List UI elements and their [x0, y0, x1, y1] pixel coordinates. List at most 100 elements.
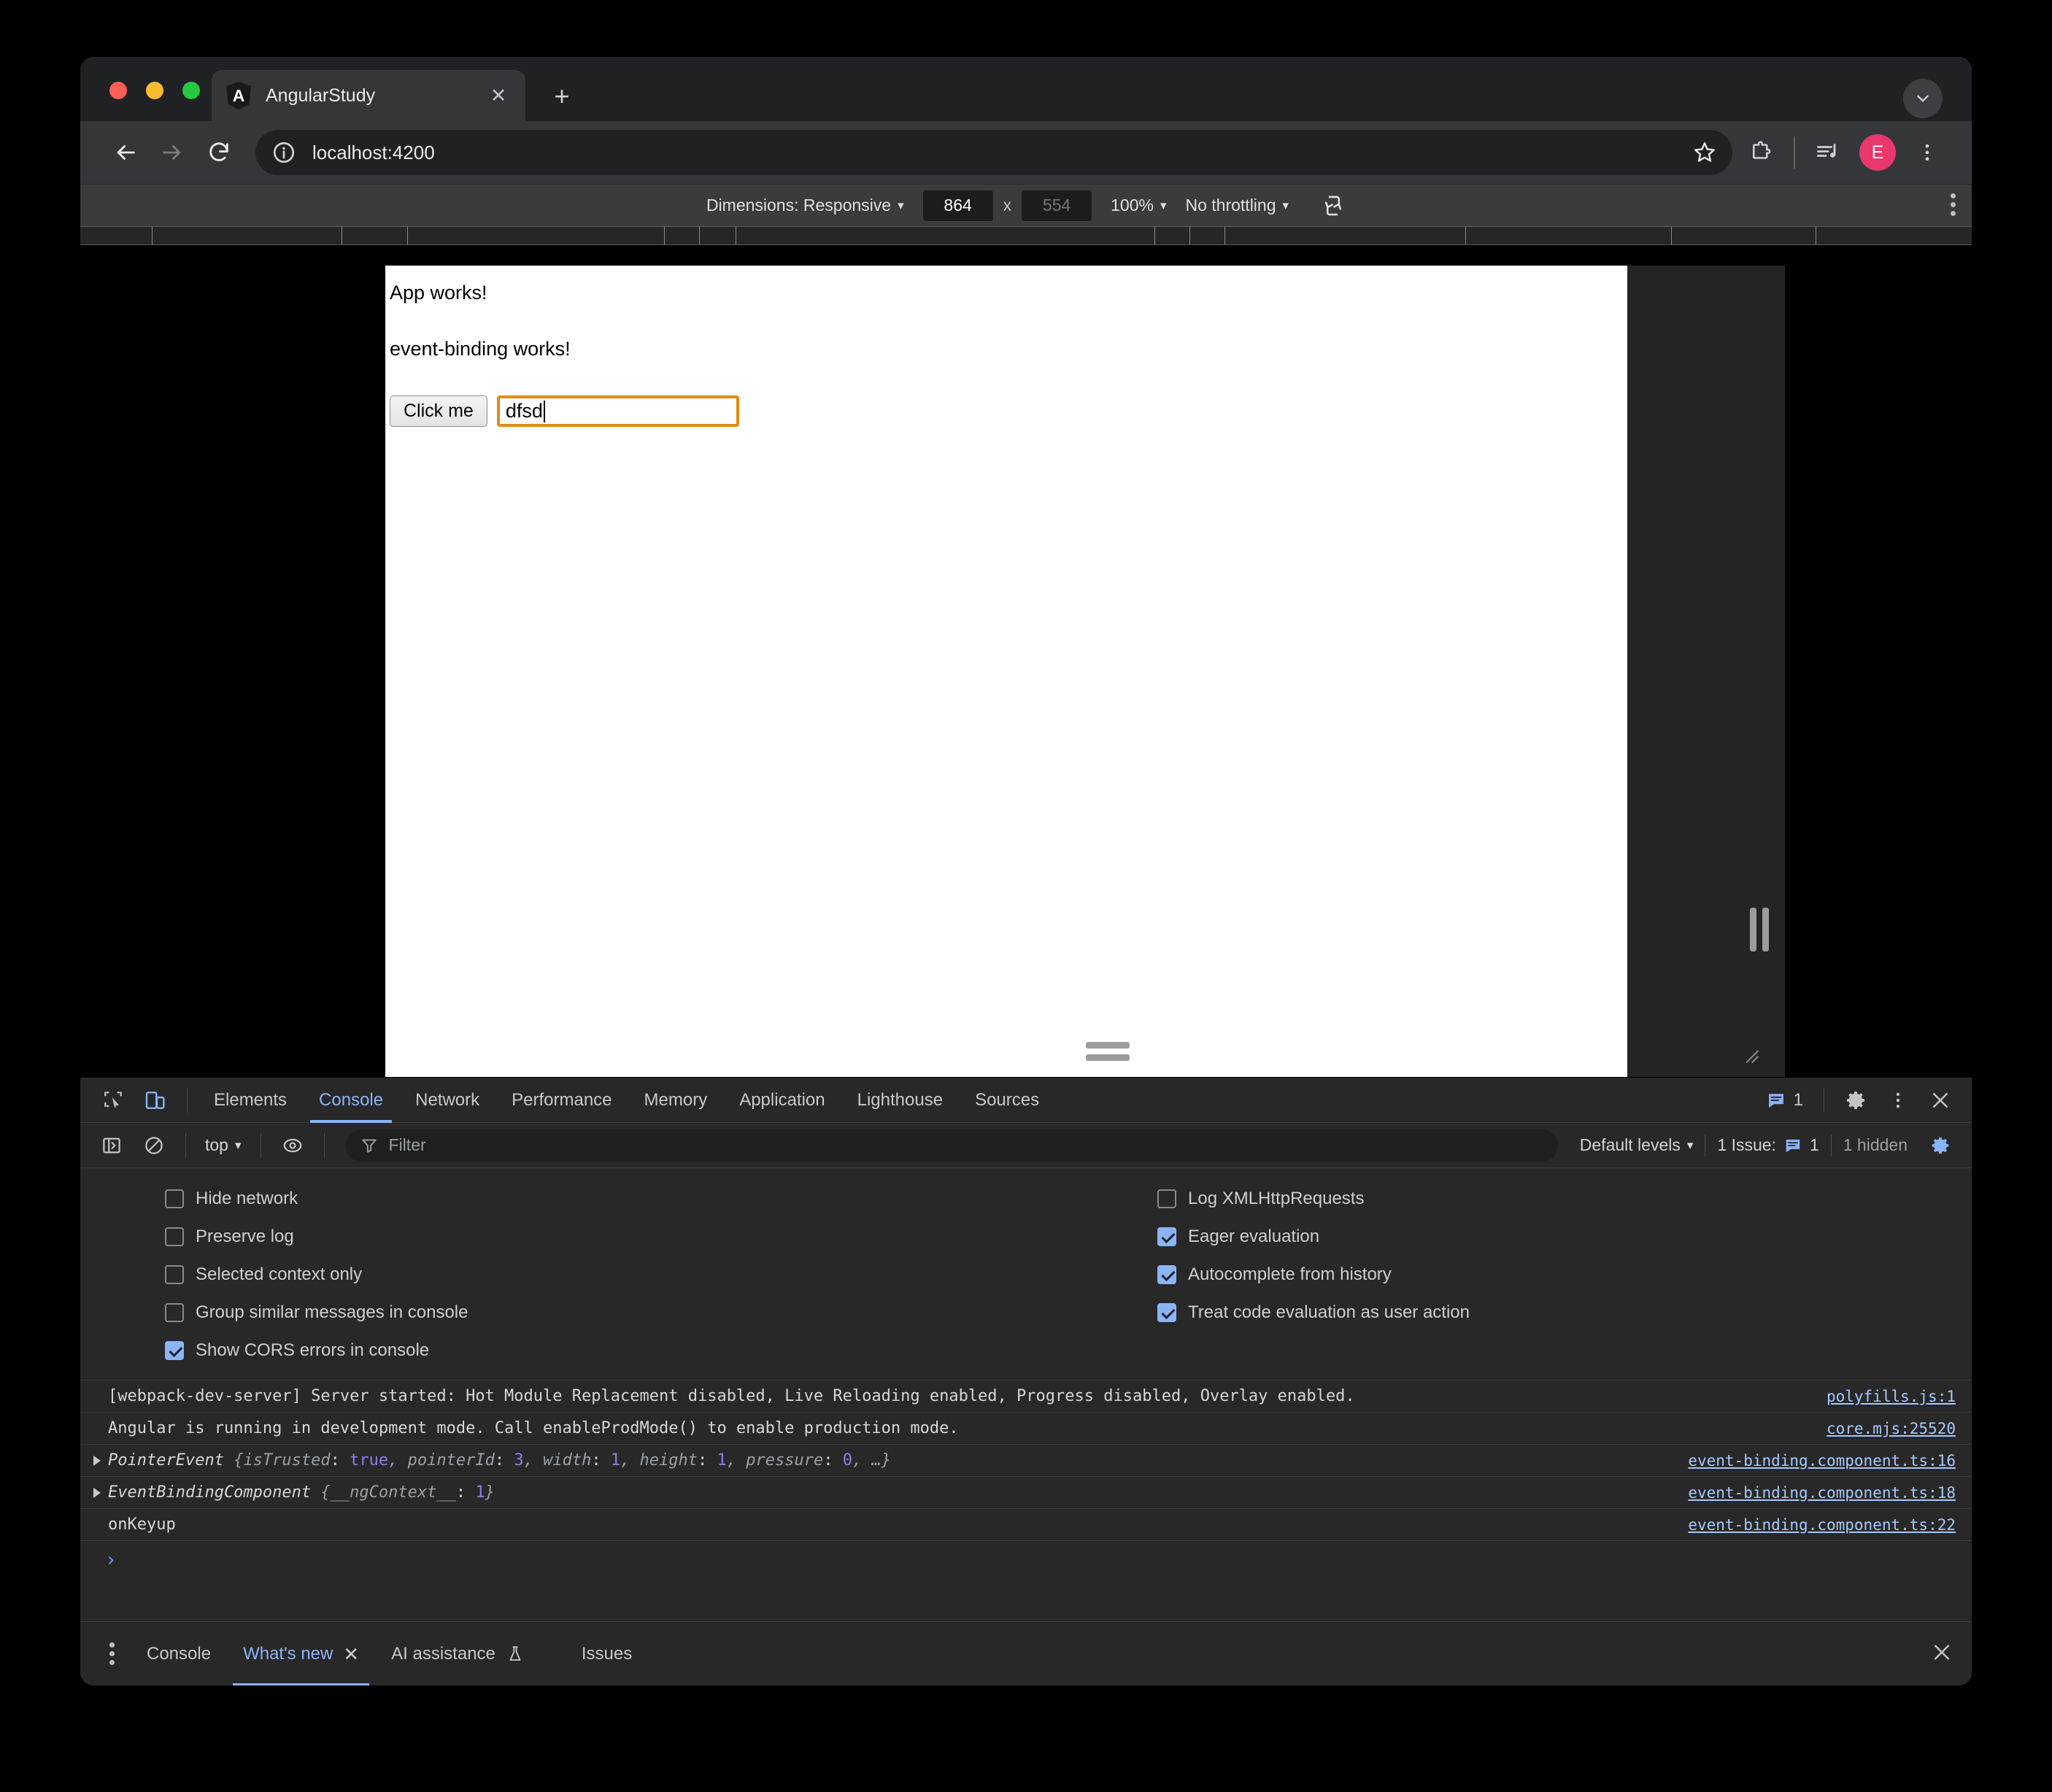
- tab-memory[interactable]: Memory: [628, 1078, 724, 1123]
- tab-console[interactable]: Console: [303, 1078, 399, 1123]
- setting-autocomplete-from-history[interactable]: Autocomplete from history: [1157, 1256, 1972, 1294]
- setting-eager-evaluation[interactable]: Eager evaluation: [1157, 1218, 1972, 1256]
- clear-console-button[interactable]: [133, 1124, 175, 1167]
- checkbox[interactable]: [165, 1265, 184, 1284]
- tab-elements[interactable]: Elements: [198, 1078, 303, 1123]
- tab-title: AngularStudy: [266, 85, 376, 106]
- minimize-window-button[interactable]: [146, 82, 163, 99]
- new-tab-button[interactable]: +: [547, 83, 576, 109]
- execution-context-selector[interactable]: top ▾: [196, 1135, 250, 1155]
- drawer-tab-ai-assistance[interactable]: AI assistance: [375, 1622, 541, 1686]
- console-message[interactable]: PointerEvent {isTrusted: true, pointerId…: [80, 1445, 1972, 1477]
- close-window-button[interactable]: [109, 82, 127, 99]
- close-devtools-button[interactable]: [1919, 1079, 1962, 1121]
- drawer-tab-whats-new[interactable]: What's new ✕: [227, 1622, 375, 1685]
- checkbox[interactable]: [165, 1189, 184, 1208]
- reload-button[interactable]: [196, 129, 242, 176]
- prompt-chevron-icon: ›: [105, 1549, 117, 1571]
- text-input-field[interactable]: dfsd: [496, 395, 739, 427]
- rotate-device-icon: [1324, 196, 1342, 215]
- checkbox[interactable]: [1157, 1227, 1176, 1246]
- close-drawer-tab-button[interactable]: ✕: [343, 1645, 359, 1664]
- dimensions-dropdown[interactable]: Dimensions: Responsive ▾: [706, 196, 904, 215]
- tab-performance[interactable]: Performance: [495, 1078, 628, 1123]
- tab-sources[interactable]: Sources: [959, 1078, 1055, 1123]
- drawer-more-button[interactable]: [93, 1642, 131, 1665]
- log-levels-dropdown[interactable]: Default levels ▾: [1568, 1135, 1705, 1155]
- tab-lighthouse[interactable]: Lighthouse: [841, 1078, 959, 1123]
- viewport-width-input[interactable]: [922, 190, 993, 221]
- message-source-link[interactable]: core.mjs:25520: [1827, 1420, 1956, 1437]
- browser-menu-button[interactable]: [1905, 130, 1950, 175]
- console-prompt[interactable]: ›: [80, 1541, 1972, 1579]
- tab-application[interactable]: Application: [723, 1078, 841, 1123]
- setting-group-similar-messages[interactable]: Group similar messages in console: [165, 1294, 1026, 1332]
- console-filter-options: Default levels ▾ 1 Issue: 1 1 hidden: [1568, 1124, 1972, 1167]
- setting-selected-context-only[interactable]: Selected context only: [165, 1256, 1026, 1294]
- toggle-device-toolbar-button[interactable]: [134, 1079, 177, 1121]
- drawer-tab-issues[interactable]: Issues: [566, 1622, 648, 1686]
- live-expression-button[interactable]: [271, 1124, 314, 1167]
- message-source-link[interactable]: event-binding.component.ts:18: [1688, 1484, 1956, 1502]
- browser-tab[interactable]: A AngularStudy ✕: [212, 70, 525, 121]
- devtools-settings-button[interactable]: [1835, 1079, 1877, 1121]
- close-drawer-button[interactable]: [1931, 1641, 1953, 1667]
- media-control-button[interactable]: [1805, 130, 1851, 175]
- address-bar[interactable]: localhost:4200: [255, 130, 1732, 175]
- setting-hide-network[interactable]: Hide network: [165, 1180, 1026, 1218]
- back-button[interactable]: [102, 129, 149, 176]
- drawer-tab-console[interactable]: Console: [131, 1622, 227, 1686]
- close-tab-button[interactable]: ✕: [486, 85, 511, 106]
- console-sidebar-toggle-button[interactable]: [90, 1124, 133, 1167]
- object-name: PointerEvent: [108, 1451, 224, 1469]
- setting-treat-code-evaluation[interactable]: Treat code evaluation as user action: [1157, 1294, 1972, 1332]
- issues-summary-button[interactable]: 1 Issue: 1: [1705, 1135, 1830, 1155]
- checkbox[interactable]: [165, 1341, 184, 1360]
- hidden-messages-label[interactable]: 1 hidden: [1832, 1135, 1919, 1155]
- dimensions-label: Dimensions: Responsive: [706, 196, 892, 215]
- maximize-window-button[interactable]: [182, 82, 200, 99]
- expand-triangle-icon[interactable]: [93, 1487, 101, 1498]
- viewport-resize-handle-vertical[interactable]: [1086, 1042, 1130, 1061]
- forward-button[interactable]: [149, 129, 196, 176]
- viewport-height-input[interactable]: [1022, 190, 1092, 221]
- click-me-button[interactable]: Click me: [390, 395, 487, 427]
- message-source-link[interactable]: event-binding.component.ts:22: [1688, 1516, 1956, 1534]
- tab-search-button[interactable]: [1903, 79, 1943, 118]
- inspect-element-button[interactable]: [92, 1079, 134, 1121]
- console-message[interactable]: [webpack-dev-server] Server started: Hot…: [80, 1380, 1972, 1413]
- setting-log-xmlhttprequests[interactable]: Log XMLHttpRequests: [1157, 1180, 1972, 1218]
- issues-counter-button[interactable]: 1: [1756, 1090, 1813, 1111]
- viewport-resize-handle-horizontal[interactable]: [1750, 908, 1769, 951]
- device-more-options-button[interactable]: [1951, 193, 1956, 216]
- console-message[interactable]: EventBindingComponent {__ngContext__: 1}…: [80, 1477, 1972, 1509]
- info-circle-icon[interactable]: [271, 140, 296, 165]
- console-settings-button[interactable]: [1919, 1124, 1962, 1167]
- throttling-dropdown[interactable]: No throttling ▾: [1185, 196, 1289, 215]
- tab-network[interactable]: Network: [399, 1078, 495, 1123]
- console-message[interactable]: Angular is running in development mode. …: [80, 1413, 1972, 1445]
- expand-triangle-icon[interactable]: [93, 1455, 101, 1466]
- setting-preserve-log[interactable]: Preserve log: [165, 1218, 1026, 1256]
- checkbox[interactable]: [1157, 1303, 1176, 1322]
- profile-avatar[interactable]: E: [1859, 134, 1896, 171]
- close-icon: [1933, 1093, 1948, 1108]
- checkbox[interactable]: [1157, 1189, 1176, 1208]
- devtools-more-button[interactable]: [1877, 1079, 1919, 1121]
- checkbox[interactable]: [165, 1227, 184, 1246]
- setting-show-cors-errors[interactable]: Show CORS errors in console: [165, 1332, 1026, 1370]
- rotate-device-button[interactable]: [1321, 193, 1346, 218]
- extensions-button[interactable]: [1738, 130, 1783, 175]
- checkbox[interactable]: [1157, 1265, 1176, 1284]
- console-filter-input[interactable]: Filter: [344, 1129, 1558, 1162]
- message-source-link[interactable]: polyfills.js:1: [1827, 1388, 1956, 1405]
- console-message[interactable]: onKeyup event-binding.component.ts:22: [80, 1509, 1972, 1541]
- message-source-link[interactable]: event-binding.component.ts:16: [1688, 1452, 1956, 1469]
- bookmark-button[interactable]: [1686, 134, 1724, 171]
- viewport-resize-corner-handle[interactable]: [1740, 1045, 1759, 1064]
- issues-count: 1: [1793, 1090, 1803, 1110]
- zoom-dropdown[interactable]: 100% ▾: [1111, 196, 1166, 215]
- drawer-tab-label: Issues: [581, 1643, 633, 1664]
- checkbox[interactable]: [165, 1303, 184, 1322]
- browser-toolbar: localhost:4200 E: [80, 121, 1972, 184]
